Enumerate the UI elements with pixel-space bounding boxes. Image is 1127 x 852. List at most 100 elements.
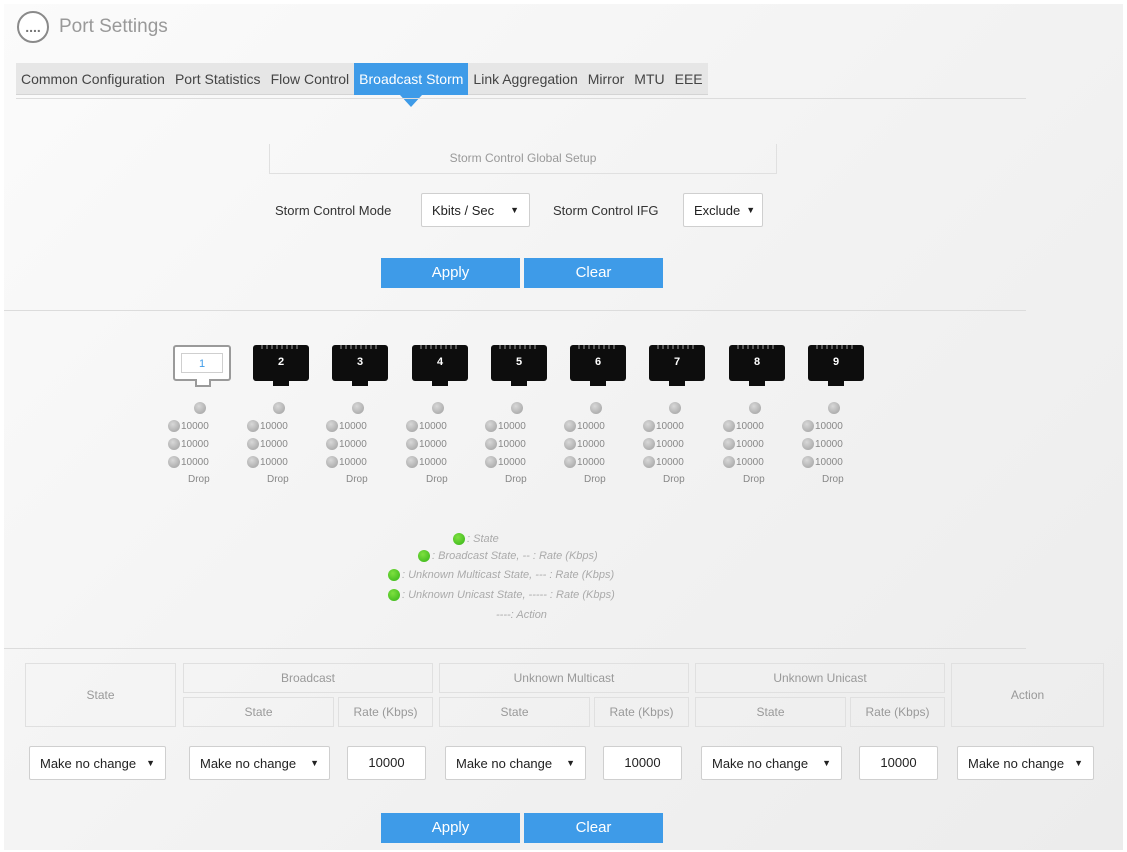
apply-button[interactable]: Apply <box>381 813 520 843</box>
ethernet-port-icon[interactable]: 3 <box>332 345 388 386</box>
unicast-rate-input[interactable]: 10000 <box>859 746 938 780</box>
port-number: 2 <box>277 356 285 368</box>
port-4[interactable]: 4 10000 10000 10000 Drop <box>406 345 470 485</box>
state-indicator-icon <box>388 589 400 601</box>
port-action: Drop <box>822 474 844 485</box>
th-unicast-rate: Rate (Kbps) <box>850 697 945 727</box>
tab-bar: Common Configuration Port Statistics Flo… <box>16 63 708 107</box>
tab-link-aggregation[interactable]: Link Aggregation <box>468 63 582 95</box>
ethernet-port-icon[interactable]: 4 <box>412 345 468 386</box>
clear-button[interactable]: Clear <box>524 813 663 843</box>
ethernet-port-icon[interactable]: 9 <box>808 345 864 386</box>
more-menu-icon[interactable]: .... <box>17 11 49 43</box>
port-rate-value: 10000 <box>656 438 684 450</box>
rate-indicator-icon <box>168 438 180 450</box>
tab-eee[interactable]: EEE <box>670 63 708 95</box>
port-rate-value: 10000 <box>339 438 367 450</box>
port-rate-value: 10000 <box>815 420 843 432</box>
port-7[interactable]: 7 10000 10000 10000 Drop <box>643 345 707 485</box>
rate-indicator-icon <box>485 456 497 468</box>
port-rate-value: 10000 <box>656 420 684 432</box>
port-action: Drop <box>743 474 765 485</box>
state-indicator-icon <box>352 402 364 414</box>
port-rate-row: 10000 <box>723 455 764 469</box>
port-rate-row: 10000 <box>564 437 605 451</box>
port-rate-row: 10000 <box>723 437 764 451</box>
th-multicast-rate: Rate (Kbps) <box>594 697 689 727</box>
port-rate-value: 10000 <box>339 420 367 432</box>
tab-common-configuration[interactable]: Common Configuration <box>16 63 170 95</box>
state-indicator-icon <box>453 533 465 545</box>
port-rate-row: 10000 <box>326 455 367 469</box>
port-6[interactable]: 6 10000 10000 10000 Drop <box>564 345 628 485</box>
port-rate-value: 10000 <box>815 456 843 468</box>
unicast-state-select[interactable]: Make no change ▼ <box>701 746 842 780</box>
ethernet-port-icon[interactable]: 1 <box>173 345 231 387</box>
port-pins <box>816 345 856 349</box>
rate-indicator-icon <box>802 456 814 468</box>
broadcast-state-select[interactable]: Make no change ▼ <box>189 746 330 780</box>
multicast-state-value: Make no change <box>456 755 553 771</box>
action-select[interactable]: Make no change ▼ <box>957 746 1094 780</box>
port-pins <box>261 345 301 349</box>
multicast-state-select[interactable]: Make no change ▼ <box>445 746 586 780</box>
port-pins <box>340 345 380 349</box>
port-9[interactable]: 9 10000 10000 10000 Drop <box>802 345 866 485</box>
state-indicator-icon <box>388 569 400 581</box>
tab-broadcast-storm[interactable]: Broadcast Storm <box>354 63 469 107</box>
ethernet-port-icon[interactable]: 2 <box>253 345 309 386</box>
port-number: 7 <box>673 356 681 368</box>
tab-port-statistics[interactable]: Port Statistics <box>170 63 266 95</box>
port-rate-row: 10000 <box>168 455 209 469</box>
port-pins <box>578 345 618 349</box>
port-number: 3 <box>356 356 364 368</box>
ethernet-port-icon[interactable]: 7 <box>649 345 705 386</box>
port-number: 1 <box>198 358 206 370</box>
storm-control-ifg-select[interactable]: Exclude ▼ <box>683 193 763 227</box>
legend-broadcast-text: : Broadcast State, -- : Rate (Kbps) <box>432 550 598 562</box>
port-rate-row: 10000 <box>326 437 367 451</box>
port-action: Drop <box>188 474 210 485</box>
port-number: 4 <box>436 356 444 368</box>
tab-mtu[interactable]: MTU <box>629 63 669 95</box>
chevron-down-icon: ▼ <box>1074 758 1083 768</box>
global-apply-button[interactable]: Apply <box>381 258 520 288</box>
port-rate-row: 10000 <box>326 419 367 433</box>
rate-indicator-icon <box>564 420 576 432</box>
port-rate-value: 10000 <box>736 456 764 468</box>
port-8[interactable]: 8 10000 10000 10000 Drop <box>723 345 787 485</box>
rate-indicator-icon <box>406 420 418 432</box>
tab-mirror[interactable]: Mirror <box>583 63 630 95</box>
ethernet-port-icon[interactable]: 5 <box>491 345 547 386</box>
storm-control-mode-value: Kbits / Sec <box>432 202 495 218</box>
state-indicator-icon <box>511 402 523 414</box>
rate-indicator-icon <box>326 456 338 468</box>
tab-flow-control[interactable]: Flow Control <box>266 63 355 95</box>
ethernet-port-icon[interactable]: 8 <box>729 345 785 386</box>
port-action: Drop <box>426 474 448 485</box>
port-number: 8 <box>753 356 761 368</box>
storm-control-mode-select[interactable]: Kbits / Sec ▼ <box>421 193 530 227</box>
rate-indicator-icon <box>723 420 735 432</box>
port-1[interactable]: 1 10000 10000 10000 Drop <box>168 345 232 485</box>
port-action: Drop <box>584 474 606 485</box>
port-rate-row: 10000 <box>406 455 447 469</box>
global-clear-button[interactable]: Clear <box>524 258 663 288</box>
legend-multicast: : Unknown Multicast State, --- : Rate (K… <box>388 569 614 581</box>
ethernet-port-icon[interactable]: 6 <box>570 345 626 386</box>
port-action: Drop <box>663 474 685 485</box>
port-3[interactable]: 3 10000 10000 10000 Drop <box>326 345 390 485</box>
port-rate-row: 10000 <box>802 419 843 433</box>
multicast-rate-input[interactable]: 10000 <box>603 746 682 780</box>
port-notch <box>352 380 368 386</box>
rate-indicator-icon <box>485 438 497 450</box>
port-5[interactable]: 5 10000 10000 10000 Drop <box>485 345 549 485</box>
port-2[interactable]: 2 10000 10000 10000 Drop <box>247 345 311 485</box>
port-notch <box>511 380 527 386</box>
broadcast-rate-input[interactable]: 10000 <box>347 746 426 780</box>
rate-indicator-icon <box>247 456 259 468</box>
action-select-value: Make no change <box>968 755 1065 771</box>
state-select[interactable]: Make no change ▼ <box>29 746 166 780</box>
port-number: 9 <box>832 356 840 368</box>
legend-state: : State <box>453 533 499 545</box>
